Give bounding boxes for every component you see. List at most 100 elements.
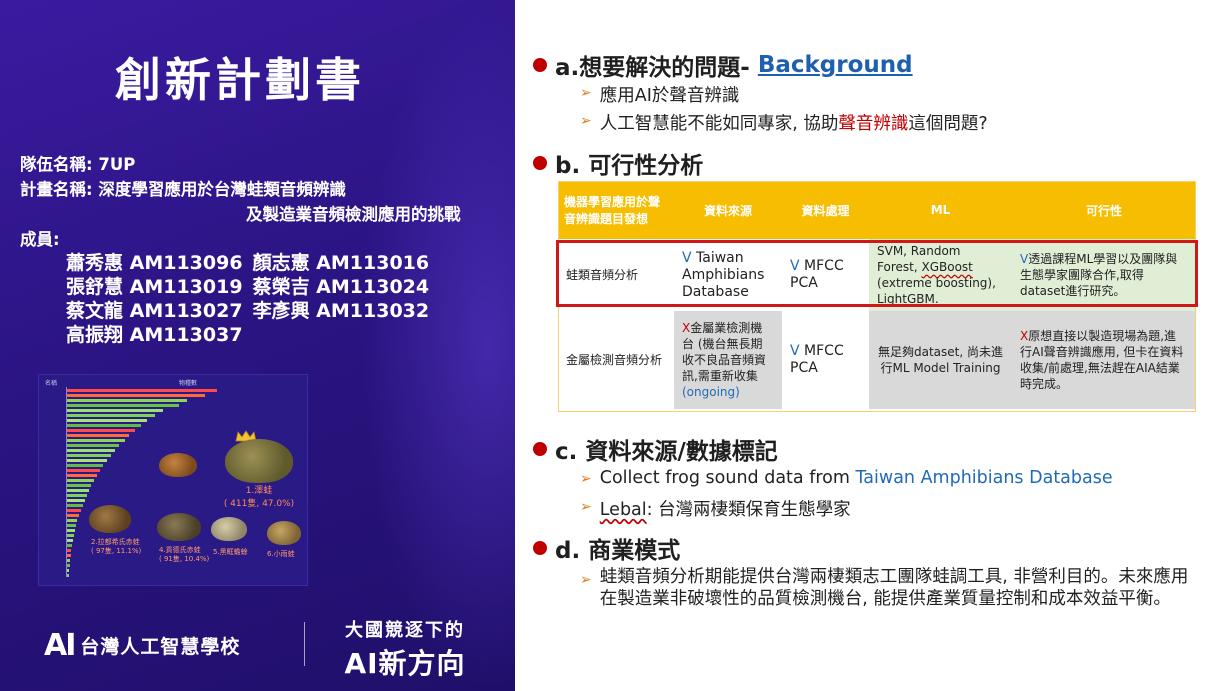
frog-species-chart-image: 名稱 物種數 1.澤蛙 ( 411隻, 47.0%) 2.拉都希氏赤蛙 ( 97… bbox=[38, 374, 308, 586]
frog-icon bbox=[211, 517, 247, 541]
page-title: 創新計劃書 bbox=[115, 53, 365, 107]
bullet-item: ➢ 蛙類音頻分析期能提供台灣兩棲類志工團隊蛙調工具, 非營利目的。未來應用在製造… bbox=[580, 566, 1205, 610]
logo-divider bbox=[304, 622, 305, 666]
table-header: ML bbox=[869, 181, 1012, 239]
project-name: 計畫名稱: 深度學習應用於台灣蛙類音頻辨識 bbox=[20, 180, 346, 199]
member: 蔡文龍 AM113027 bbox=[66, 300, 243, 322]
chart-bar bbox=[67, 544, 72, 547]
section-a-heading: a.想要解決的問題- Background bbox=[533, 48, 913, 82]
left-panel: 創新計劃書 隊伍名稱: 7UP 計畫名稱: 深度學習應用於台灣蛙類音頻辨識 及製… bbox=[0, 0, 515, 691]
chart-bar bbox=[67, 429, 135, 432]
chart-bar bbox=[67, 464, 103, 467]
table-cell: V透過課程ML學習以及團隊與生態學家團隊合作,取得dataset進行研究。 bbox=[1012, 239, 1196, 311]
table-header: 可行性 bbox=[1012, 181, 1196, 239]
arrow-bullet-icon: ➢ bbox=[580, 113, 592, 129]
chart-bar bbox=[67, 529, 75, 532]
bullet-item: ➢ Lebal: 台灣兩棲類保育生態學家 bbox=[580, 496, 851, 521]
member: 顏志憲 AM113016 bbox=[252, 252, 430, 274]
chart-bar bbox=[67, 404, 179, 407]
section-d-heading: d. 商業模式 bbox=[533, 531, 680, 565]
project-name-cont: 及製造業音頻檢測應用的挑戰 bbox=[246, 205, 461, 224]
chart-bar bbox=[67, 504, 83, 507]
section-c-heading: c. 資料來源/數據標記 bbox=[533, 432, 778, 466]
frog-icon bbox=[225, 439, 293, 483]
chart-bar bbox=[67, 564, 70, 567]
chart-bar bbox=[67, 524, 76, 527]
table-header: 資料來源 bbox=[674, 181, 782, 239]
chart-bar bbox=[67, 424, 141, 427]
arrow-bullet-icon: ➢ bbox=[580, 85, 592, 101]
background-link[interactable]: Background bbox=[758, 52, 913, 78]
bullet-item: ➢ Collect frog sound data from Taiwan Am… bbox=[580, 468, 1113, 488]
highlight-text: 聲音辨識 bbox=[838, 114, 909, 134]
members-row: 蕭秀惠 AM113096 顏志憲 AM113016 bbox=[66, 248, 429, 275]
red-dot-icon bbox=[533, 58, 547, 72]
frog-icon bbox=[89, 505, 131, 533]
members-row: 蔡文龍 AM113027 李彥興 AM113032 bbox=[66, 296, 429, 323]
chart-bar bbox=[67, 394, 205, 397]
member: 高振翔 AM113037 bbox=[66, 324, 243, 346]
table-cell: V Taiwan Amphibians Database bbox=[674, 239, 782, 311]
frog-label-detail: ( 97隻, 11.1%) bbox=[91, 547, 142, 555]
table-cell: X原想直接以製造現場為題,進行AI聲音辨識應用, 但卡在資料收集/前處理,無法趕… bbox=[1012, 311, 1196, 409]
table-cell: 無足夠dataset, 尚未進行ML Model Training bbox=[869, 311, 1012, 409]
chart-bar bbox=[67, 459, 107, 462]
chart-bar bbox=[67, 399, 187, 402]
frog-label: 6.小雨蛙 bbox=[267, 550, 295, 558]
red-dot-icon bbox=[533, 156, 547, 170]
slogan: 大國競逐下的 AI新方向 bbox=[330, 616, 480, 682]
section-d-title: d. 商業模式 bbox=[555, 538, 681, 564]
section-c-title: c. 資料來源/數據標記 bbox=[555, 439, 778, 465]
member: 張舒慧 AM113019 bbox=[66, 276, 243, 298]
chart-bar bbox=[67, 514, 79, 517]
members-label: 成員: bbox=[20, 230, 60, 249]
table-header-row: 機器學習應用於聲音辨識題目發想 資料來源 資料處理 ML 可行性 bbox=[558, 181, 1196, 239]
member: 李彥興 AM113032 bbox=[252, 300, 430, 322]
bullet-text: Collect frog sound data from Taiwan Amph… bbox=[599, 468, 1113, 488]
chart-bar bbox=[67, 489, 89, 492]
table-header: 機器學習應用於聲音辨識題目發想 bbox=[558, 181, 674, 239]
school-name: 台灣人工智慧學校 bbox=[80, 636, 241, 658]
members-row: 張舒慧 AM113019 蔡榮吉 AM113024 bbox=[66, 272, 429, 299]
team-name: 隊伍名稱: 7UP bbox=[20, 155, 136, 174]
chart-bar bbox=[67, 434, 129, 437]
chart-bar bbox=[67, 539, 73, 542]
chart-bar bbox=[67, 534, 74, 537]
chart-bar bbox=[67, 469, 100, 472]
slogan-top: 大國競逐下的 bbox=[345, 620, 465, 641]
crown-icon bbox=[235, 427, 257, 442]
chart-caption: 名稱 bbox=[45, 380, 58, 387]
chart-bar bbox=[67, 554, 71, 557]
chart-bar bbox=[67, 439, 125, 442]
table-cell: V MFCC PCA bbox=[782, 239, 869, 311]
arrow-bullet-icon: ➢ bbox=[580, 499, 592, 515]
table-cell: 金屬檢測音頻分析 bbox=[558, 311, 674, 409]
chart-bar bbox=[67, 444, 119, 447]
chart-bar bbox=[67, 474, 97, 477]
feasibility-table: 機器學習應用於聲音辨識題目發想 資料來源 資料處理 ML 可行性 蛙類音頻分析 … bbox=[558, 181, 1196, 409]
table-row: 金屬檢測音頻分析 X金屬業檢測機台 (機台無長期收不良品音頻資訊,需重新收集 (… bbox=[558, 311, 1196, 409]
bullet-text: Lebal: 台灣兩棲類保育生態學家 bbox=[599, 500, 851, 520]
red-dot-icon bbox=[533, 442, 547, 456]
frog-icon bbox=[267, 521, 301, 545]
bullet-text: 蛙類音頻分析期能提供台灣兩棲類志工團隊蛙調工具, 非營利目的。未來應用在製造業非… bbox=[599, 567, 1189, 609]
frog-label: 1.澤蛙 bbox=[245, 486, 273, 496]
chart-bar bbox=[67, 569, 69, 572]
table-cell: 蛙類音頻分析 bbox=[558, 239, 674, 311]
chart-bar bbox=[67, 409, 163, 412]
chart-bar bbox=[67, 479, 94, 482]
members-row: 高振翔 AM113037 bbox=[66, 320, 243, 347]
section-a-title: a.想要解決的問題- bbox=[555, 55, 750, 81]
frog-label-detail: ( 411隻, 47.0%) bbox=[223, 499, 295, 509]
chart-bar bbox=[67, 454, 111, 457]
red-dot-icon bbox=[533, 541, 547, 555]
section-b-title: b. 可行性分析 bbox=[555, 153, 704, 179]
frog-label-detail: ( 91隻, 10.4%) bbox=[159, 555, 210, 563]
chart-bar bbox=[67, 494, 87, 497]
chart-bar bbox=[67, 389, 217, 392]
slogan-bottom: AI新方向 bbox=[344, 647, 466, 680]
frog-label: 5.黑眶蟾蜍 bbox=[213, 548, 248, 556]
chart-bar bbox=[67, 484, 91, 487]
database-link[interactable]: Taiwan Amphibians Database bbox=[856, 468, 1113, 488]
section-b-heading: b. 可行性分析 bbox=[533, 146, 703, 180]
